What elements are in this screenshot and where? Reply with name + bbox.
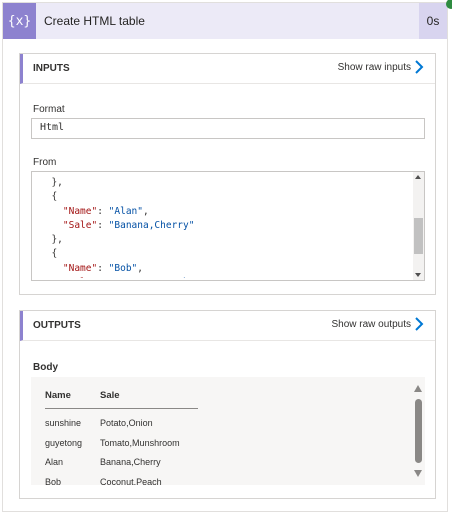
html-output-table: Name Sale sunshine Potato,Onion guyetong… xyxy=(45,388,198,485)
json-punctuation: }, xyxy=(40,234,63,246)
success-status-icon xyxy=(446,0,452,9)
table-cell: Tomato,Munshroom xyxy=(100,437,180,448)
json-punctuation: : xyxy=(97,277,108,278)
inputs-section: INPUTS Show raw inputs Format Html From … xyxy=(19,53,436,295)
json-punctuation: }, xyxy=(40,177,63,188)
duration-value: 0s xyxy=(426,14,440,28)
variable-braces-icon: {x} xyxy=(3,3,36,39)
outputs-section: OUTPUTS Show raw outputs Body Name Sale … xyxy=(19,310,436,499)
column-header: Name xyxy=(45,388,101,409)
output-scrollbar[interactable] xyxy=(413,377,425,485)
json-punctuation: { xyxy=(40,248,58,260)
json-punctuation: : xyxy=(97,219,109,231)
json-punctuation: , xyxy=(137,262,144,274)
from-label: From xyxy=(33,157,57,168)
show-raw-outputs-link[interactable]: Show raw outputs xyxy=(332,319,412,330)
column-header: Sale xyxy=(100,388,198,409)
table-cell: Alan xyxy=(45,457,64,468)
body-output-view[interactable]: Name Sale sunshine Potato,Onion guyetong… xyxy=(31,377,425,485)
table-row: Alan Banana,Cherry xyxy=(45,452,198,472)
scroll-down-arrow-icon[interactable] xyxy=(415,273,421,277)
code-line: }, xyxy=(40,233,410,247)
table-cell: Coconut,Peach xyxy=(100,476,162,485)
format-field[interactable]: Html xyxy=(31,118,425,139)
table-cell: Banana,Cherry xyxy=(100,457,161,468)
json-string: "Coconut,Peach" xyxy=(109,277,195,278)
json-string: "Alan" xyxy=(108,205,143,217)
code-line: "Name": "Bob", xyxy=(40,262,410,276)
code-line: "Sale": "Banana,Cherry" xyxy=(40,219,410,233)
table-cell: guyetong xyxy=(45,437,83,448)
code-line: { xyxy=(40,247,410,261)
json-punctuation xyxy=(40,220,63,231)
inputs-heading: INPUTS xyxy=(33,63,70,74)
json-code: }, { "Name": "Alan", "Sale": "Banana,Che… xyxy=(40,176,410,278)
format-value: Html xyxy=(40,122,65,133)
chevron-right-icon[interactable] xyxy=(412,59,426,75)
table-row: guyetong Tomato,Munshroom xyxy=(45,433,198,453)
scroll-thumb[interactable] xyxy=(414,218,423,254)
table-cell: Potato,Onion xyxy=(100,417,153,428)
json-punctuation: : xyxy=(97,205,109,217)
outputs-heading: OUTPUTS xyxy=(33,320,81,331)
duration-badge: 0s xyxy=(419,3,447,39)
code-line: "Name": "Alan", xyxy=(40,205,410,219)
chevron-right-icon[interactable] xyxy=(412,316,426,332)
table-header-row: Name Sale xyxy=(45,388,198,409)
json-punctuation xyxy=(40,277,63,278)
action-header[interactable]: {x} Create HTML table 0s xyxy=(3,3,447,39)
json-punctuation: { xyxy=(40,191,58,203)
scroll-up-arrow-icon[interactable] xyxy=(414,385,422,392)
json-key: "Name" xyxy=(62,205,98,217)
json-string: "Banana,Cherry" xyxy=(108,219,195,231)
scroll-thumb[interactable] xyxy=(415,399,422,463)
scroll-up-arrow-icon[interactable] xyxy=(415,175,421,179)
json-key: "Sale" xyxy=(63,277,97,278)
code-line: }, xyxy=(40,176,410,190)
json-punctuation xyxy=(40,263,63,274)
json-punctuation xyxy=(40,206,63,217)
from-code-view[interactable]: }, { "Name": "Alan", "Sale": "Banana,Che… xyxy=(31,171,425,281)
outputs-section-header: OUTPUTS Show raw outputs xyxy=(20,311,435,341)
json-string: "Bob" xyxy=(108,262,138,274)
json-punctuation: : xyxy=(97,262,109,274)
body-label: Body xyxy=(33,362,58,373)
json-key: "Sale" xyxy=(62,219,98,231)
format-label: Format xyxy=(33,104,65,115)
code-line: { xyxy=(40,190,410,204)
action-icon-glyph: {x} xyxy=(7,13,32,29)
table-cell: sunshine xyxy=(45,417,82,428)
json-punctuation: , xyxy=(143,205,149,217)
show-raw-inputs-link[interactable]: Show raw inputs xyxy=(338,62,411,73)
table-row: Bob Coconut,Peach xyxy=(45,472,198,485)
table-cell: Bob xyxy=(45,476,62,485)
code-line: "Sale": "Coconut,Peach" xyxy=(40,276,410,278)
action-card: {x} Create HTML table 0s INPUTS Show raw… xyxy=(2,0,452,512)
json-key: "Name" xyxy=(62,262,98,274)
scroll-down-arrow-icon[interactable] xyxy=(414,470,422,477)
action-title: Create HTML table xyxy=(44,14,145,28)
code-scrollbar[interactable] xyxy=(413,172,424,280)
table-row: sunshine Potato,Onion xyxy=(45,409,198,433)
inputs-section-header: INPUTS Show raw inputs xyxy=(20,54,435,84)
